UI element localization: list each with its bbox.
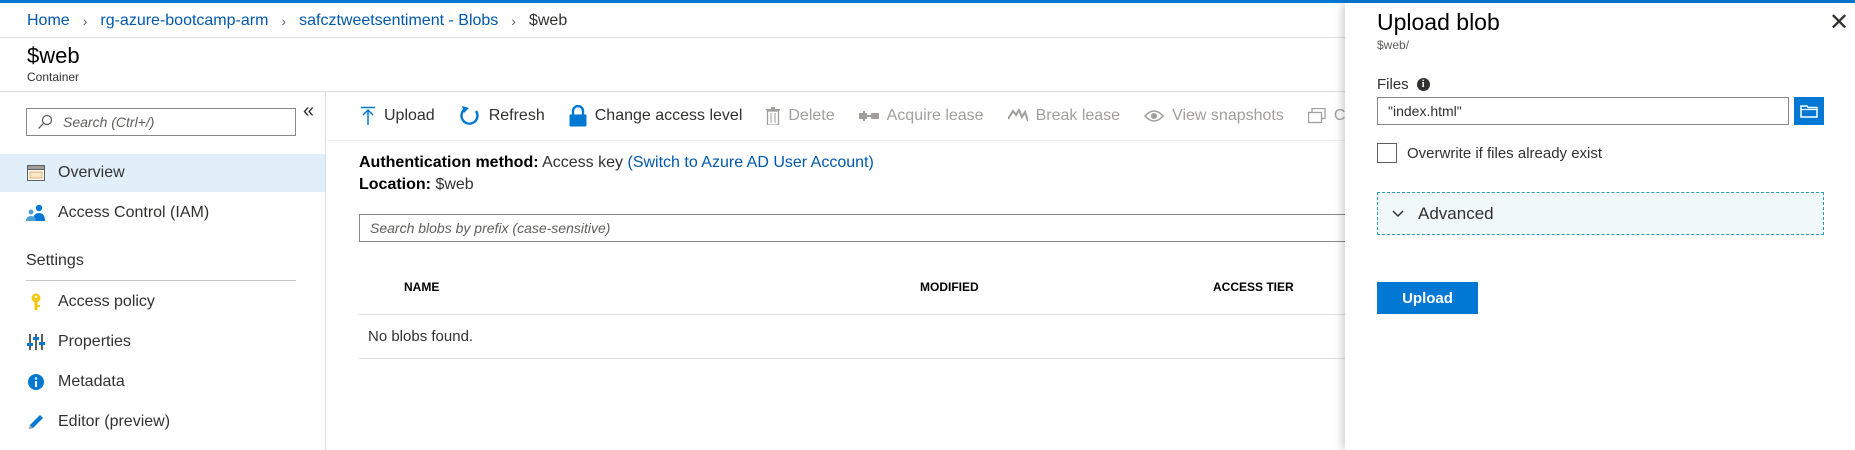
delete-button[interactable]: Delete <box>766 107 835 125</box>
create-snapshot-button[interactable]: Cre <box>1307 107 1347 125</box>
breadcrumb-current: $web <box>528 12 568 29</box>
auth-method-label: Authentication method: <box>359 154 539 171</box>
break-lease-icon <box>1007 109 1028 123</box>
divider <box>26 280 296 281</box>
chevron-down-icon <box>1392 209 1404 218</box>
divider <box>327 140 1347 141</box>
change-access-level-button[interactable]: Change access level <box>569 105 743 127</box>
settings-section-header: Settings <box>26 252 84 269</box>
breadcrumb-storage-blobs[interactable]: safcztweetsentiment - Blobs <box>299 12 498 30</box>
auth-method-value: Access key <box>542 154 624 171</box>
divider <box>359 314 1347 315</box>
overwrite-checkbox[interactable] <box>1377 143 1397 163</box>
sidebar-item-overview[interactable]: Overview <box>0 154 325 192</box>
overwrite-row: Overwrite if files already exist <box>1377 143 1602 163</box>
sidebar-item-access-policy[interactable]: Access policy <box>0 283 325 321</box>
sidebar-item-metadata[interactable]: Metadata <box>0 363 325 401</box>
column-header-access-tier[interactable]: ACCESS TIER <box>1213 280 1294 294</box>
upload-toolbar-button[interactable]: Upload <box>360 106 435 126</box>
blob-search-input[interactable]: Search blobs by prefix (case-sensitive) <box>359 214 1349 242</box>
sidebar-item-label: Metadata <box>58 373 125 390</box>
collapse-nav-button[interactable]: « <box>303 100 314 123</box>
iam-icon <box>26 203 46 223</box>
break-lease-label: Break lease <box>1035 107 1121 124</box>
location-row: Location: $web <box>359 176 474 194</box>
overview-icon <box>26 163 46 183</box>
sidebar-item-label: Access policy <box>58 293 155 310</box>
files-label-text: Files <box>1377 76 1409 93</box>
key-icon <box>26 292 46 312</box>
left-nav: Search (Ctrl+/) « Overview Access Contro… <box>0 92 326 450</box>
view-snapshots-button[interactable]: View snapshots <box>1144 107 1284 125</box>
sidebar-item-label: Access Control (IAM) <box>58 204 210 221</box>
empty-table-message: No blobs found. <box>368 328 474 345</box>
sidebar-item-iam[interactable]: Access Control (IAM) <box>0 194 325 232</box>
divider <box>359 358 1347 359</box>
overwrite-label: Overwrite if files already exist <box>1407 144 1603 162</box>
breadcrumb: Home › rg-azure-bootcamp-arm › safcztwee… <box>27 11 567 31</box>
files-field-label: Files i <box>1377 76 1430 93</box>
search-icon <box>38 114 53 129</box>
divider <box>0 37 1345 38</box>
page-subtitle: Container <box>27 70 80 84</box>
switch-auth-link[interactable]: (Switch to Azure AD User Account) <box>627 154 873 171</box>
snapshot-icon <box>1307 108 1326 124</box>
nav-search-input[interactable]: Search (Ctrl+/) <box>26 108 296 136</box>
chevron-right-icon: › <box>82 13 88 29</box>
panel-title: Upload blob <box>1377 9 1500 35</box>
auth-method-row: Authentication method: Access key (Switc… <box>359 154 874 172</box>
upload-button[interactable]: Upload <box>1377 282 1478 314</box>
upload-label: Upload <box>384 107 435 124</box>
chevron-right-icon: › <box>281 13 287 29</box>
lock-icon <box>569 105 587 127</box>
breadcrumb-home[interactable]: Home <box>27 12 70 30</box>
command-toolbar: Upload Refresh Change access level Delet… <box>327 92 1347 140</box>
properties-icon <box>26 332 46 352</box>
upload-blob-panel: Upload blob $web/ ✕ Files i "index.html"… <box>1345 3 1855 450</box>
sidebar-item-properties[interactable]: Properties <box>0 323 325 361</box>
sidebar-item-label: Properties <box>58 333 131 350</box>
info-icon[interactable]: i <box>1416 78 1430 91</box>
chevron-right-icon: › <box>511 13 516 29</box>
location-label: Location: <box>359 176 431 193</box>
advanced-section-toggle[interactable]: Advanced <box>1377 192 1824 235</box>
nav-search-placeholder: Search (Ctrl+/) <box>63 114 155 130</box>
sidebar-item-editor[interactable]: Editor (preview) <box>0 403 325 441</box>
browse-files-button[interactable] <box>1794 97 1824 125</box>
advanced-label: Advanced <box>1418 203 1494 223</box>
sidebar-item-label: Overview <box>58 164 125 181</box>
page-title: $web <box>27 43 80 68</box>
eye-icon <box>1144 109 1165 123</box>
close-icon[interactable]: ✕ <box>1829 11 1849 35</box>
breadcrumb-resource-group[interactable]: rg-azure-bootcamp-arm <box>100 12 268 30</box>
break-lease-button[interactable]: Break lease <box>1007 107 1121 125</box>
change-access-label: Change access level <box>594 107 743 124</box>
trash-icon <box>766 107 781 125</box>
refresh-label: Refresh <box>488 107 545 124</box>
pencil-icon <box>26 412 46 432</box>
lease-icon <box>858 110 879 122</box>
acquire-lease-label: Acquire lease <box>886 107 984 124</box>
view-snapshots-label: View snapshots <box>1172 107 1284 124</box>
folder-icon <box>1800 105 1818 118</box>
delete-label: Delete <box>788 107 835 124</box>
files-input[interactable]: "index.html" <box>1377 97 1789 125</box>
location-value: $web <box>435 176 474 193</box>
info-icon <box>26 372 46 392</box>
refresh-button[interactable]: Refresh <box>459 105 545 127</box>
column-header-modified[interactable]: MODIFIED <box>920 280 979 294</box>
panel-subtitle: $web/ <box>1377 38 1410 52</box>
upload-icon <box>360 106 376 126</box>
acquire-lease-button[interactable]: Acquire lease <box>858 107 984 125</box>
column-header-name[interactable]: NAME <box>404 280 439 294</box>
sidebar-item-label: Editor (preview) <box>58 413 171 430</box>
refresh-icon <box>459 105 481 127</box>
